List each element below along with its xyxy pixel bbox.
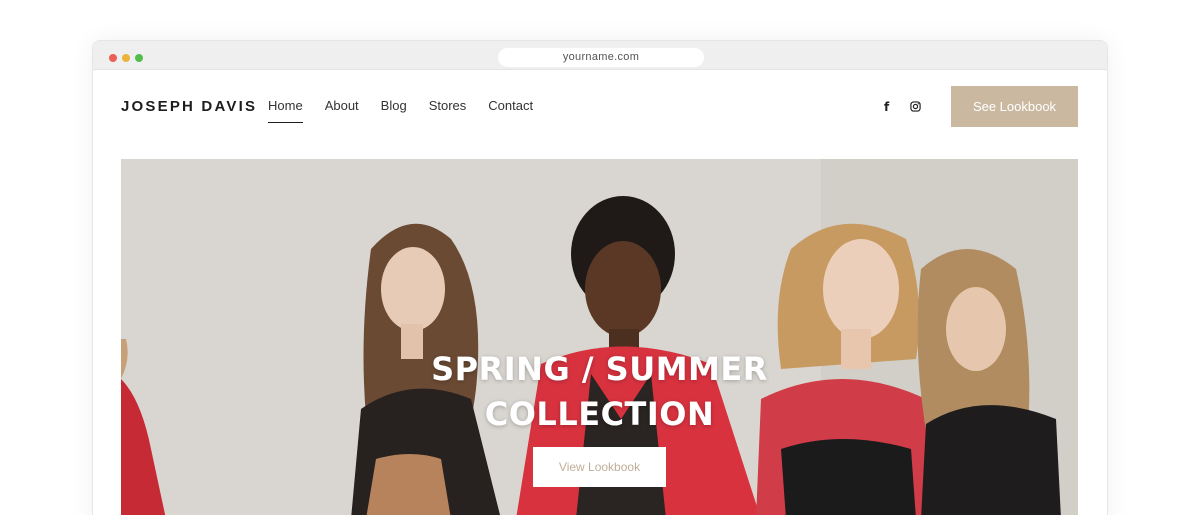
facebook-icon[interactable]: f [884,100,889,114]
site-logo-text[interactable]: JOSEPH DAVIS [121,98,257,115]
minimize-window-dot[interactable] [122,54,130,62]
hero-title: SPRING / SUMMER COLLECTION [121,347,1078,437]
instagram-icon[interactable] [910,101,921,112]
nav-about[interactable]: About [325,98,359,117]
address-bar[interactable]: yourname.com [498,48,704,67]
site-header: JOSEPH DAVIS Home About Blog Stores Cont… [93,70,1107,160]
nav-home[interactable]: Home [268,98,303,123]
nav-blog[interactable]: Blog [381,98,407,117]
view-lookbook-button[interactable]: View Lookbook [533,447,666,487]
hero-title-line2: COLLECTION [484,395,715,433]
browser-window: yourname.com JOSEPH DAVIS Home About Blo… [92,40,1108,515]
maximize-window-dot[interactable] [135,54,143,62]
hero-banner: SPRING / SUMMER COLLECTION View Lookbook [121,159,1078,515]
close-window-dot[interactable] [109,54,117,62]
nav-contact[interactable]: Contact [488,98,533,117]
browser-chrome: yourname.com [93,41,1107,70]
hero-title-line1: SPRING / SUMMER [431,350,768,388]
nav-stores[interactable]: Stores [429,98,467,117]
main-nav: Home About Blog Stores Contact [268,98,555,123]
see-lookbook-button[interactable]: See Lookbook [951,86,1078,127]
